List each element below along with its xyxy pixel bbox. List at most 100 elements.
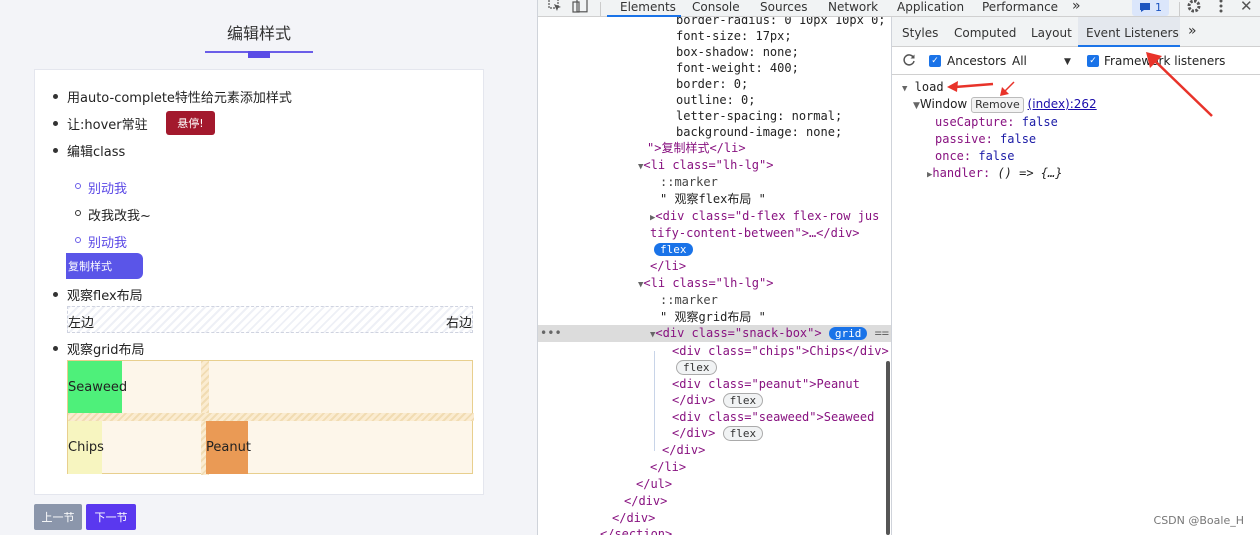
source-link[interactable]: (index):262: [1028, 97, 1097, 111]
annotation-arrow-icon: [947, 81, 994, 92]
watermark: CSDN @Boale_H: [1153, 514, 1244, 527]
dom-node-li[interactable]: ▼<li class="lh-lg">: [638, 275, 773, 292]
issues-count: 1: [1155, 0, 1162, 14]
tab-sources[interactable]: Sources: [760, 0, 807, 14]
next-section-button[interactable]: 下一节: [86, 504, 136, 530]
dom-node-li[interactable]: ▼<li class="lh-lg">: [638, 157, 773, 174]
dom-close-li[interactable]: </li>: [650, 258, 686, 275]
tab-event-listeners[interactable]: Event Listeners: [1086, 26, 1179, 40]
dom-node-snack-box[interactable]: ▼<div class="snack-box"> grid == $0: [650, 325, 891, 342]
dom-close-div[interactable]: </div>: [624, 493, 667, 510]
flex-badge[interactable]: flex: [722, 426, 764, 441]
dom-tree: border-radius: 0 10px 10px 0; font-size:…: [538, 17, 891, 535]
dom-line[interactable]: ">复制样式</li>: [647, 140, 746, 157]
more-tabs-button[interactable]: »: [1072, 0, 1081, 14]
tab-elements[interactable]: Elements: [620, 0, 676, 14]
inspect-icon[interactable]: [548, 0, 562, 16]
dom-node-seaweed[interactable]: <div class="seaweed">Seaweed: [672, 409, 874, 426]
dom-close-ul[interactable]: </ul>: [636, 476, 672, 493]
bullet-dot: [53, 121, 58, 126]
dollar-zero-marker: == $0: [874, 326, 891, 340]
tab-computed[interactable]: Computed: [954, 26, 1016, 40]
content-card: 用auto-complete特性给元素添加样式 让:hover常驻 悬停! 编辑…: [34, 69, 484, 495]
css-line: border: 0;: [676, 77, 749, 91]
grid-badge[interactable]: grid: [828, 327, 868, 340]
prop-use-capture: useCapture: false: [935, 115, 1058, 129]
sub-item-change-me[interactable]: 改我改我~: [88, 205, 151, 224]
flex-badge[interactable]: flex: [654, 241, 693, 258]
css-line: font-weight: 400;: [676, 61, 799, 75]
tab-network[interactable]: Network: [828, 0, 878, 14]
devtools-tabbar: Elements Console Sources Network Applica…: [538, 0, 1260, 17]
dom-text-node[interactable]: " 观察flex布局 ": [660, 191, 766, 208]
sub-item-dont-touch-2[interactable]: 别动我: [88, 232, 127, 251]
refresh-icon[interactable]: [902, 53, 916, 71]
gear-icon[interactable]: [1186, 0, 1202, 18]
more-sidebar-tabs[interactable]: »: [1188, 23, 1197, 39]
issues-icon: [1140, 2, 1150, 12]
tab-performance[interactable]: Performance: [982, 0, 1058, 14]
chevron-down-icon[interactable]: ▼: [1064, 57, 1071, 67]
expand-arrow-icon[interactable]: ▼: [913, 101, 920, 111]
device-toggle-icon[interactable]: [572, 0, 588, 17]
flex-badge[interactable]: flex: [676, 359, 717, 376]
dom-node-peanut[interactable]: <div class="peanut">Peanut: [672, 376, 860, 393]
dom-text-node[interactable]: " 观察grid布局 ": [660, 309, 766, 326]
close-icon[interactable]: ✕: [1240, 0, 1253, 15]
listener-filter-select[interactable]: All: [1012, 54, 1027, 68]
bullet-dot: [53, 148, 58, 153]
issues-badge[interactable]: 1: [1132, 0, 1169, 16]
hover-button[interactable]: 悬停!: [166, 111, 215, 135]
css-line: font-size: 17px;: [676, 29, 792, 43]
sidebar-tabs: Styles Computed Layout Event Listeners »: [892, 17, 1260, 47]
copy-style-button[interactable]: 复制样式: [66, 253, 143, 279]
dom-close-div[interactable]: </div> flex: [672, 425, 764, 442]
tab-layout[interactable]: Layout: [1031, 26, 1072, 40]
grid-cell-peanut: Peanut: [206, 421, 251, 474]
dom-node-chips[interactable]: <div class="chips">Chips</div>: [672, 343, 889, 360]
node-menu-icon[interactable]: •••: [540, 325, 562, 342]
ancestors-checkbox[interactable]: ✓: [929, 55, 941, 67]
dom-close-div[interactable]: </div>: [662, 442, 705, 459]
dom-close-div[interactable]: </div> flex: [672, 392, 764, 409]
dom-pseudo-marker[interactable]: ::marker: [660, 292, 718, 309]
dom-node-div-flex[interactable]: ▶<div class="d-flex flex-row jus: [650, 208, 879, 225]
framework-listeners-checkbox[interactable]: ✓: [1087, 55, 1099, 67]
flex-left-text: 左边: [68, 316, 95, 331]
css-line: background-image: none;: [676, 125, 843, 139]
tab-console[interactable]: Console: [692, 0, 740, 14]
dom-close-div[interactable]: </div>: [612, 510, 655, 527]
dom-close-section[interactable]: </section>: [600, 526, 672, 535]
dom-scrollbar[interactable]: [886, 361, 890, 535]
sub-bullet: [75, 237, 81, 243]
bullet-dot: [53, 346, 58, 351]
grid-cell-seaweed: Seaweed: [68, 361, 127, 413]
sub-item-dont-touch-1[interactable]: 别动我: [88, 178, 127, 197]
dom-close-li[interactable]: </li>: [650, 459, 686, 476]
list-item-autocomplete: 用auto-complete特性给元素添加样式: [67, 91, 292, 106]
annotation-arrow-icon: [1000, 81, 1015, 96]
css-line: outline: 0;: [676, 93, 756, 107]
list-item-flex: 观察flex布局: [67, 289, 143, 304]
dom-line-wrap: tify-content-between">…</div>: [650, 226, 860, 240]
list-item-hover: 让:hover常驻: [67, 118, 148, 133]
css-line: box-shadow: none;: [676, 45, 799, 59]
sub-bullet: [75, 210, 81, 216]
event-load[interactable]: ▼ load: [902, 80, 944, 94]
toolbar-divider: [1179, 2, 1180, 16]
prev-section-button[interactable]: 上一节: [34, 504, 82, 530]
prop-once: once: false: [935, 149, 1015, 163]
expand-arrow-icon[interactable]: ▼: [902, 84, 907, 94]
list-item-edit-class: 编辑class: [67, 145, 126, 160]
grid-cell-chips: Chips: [68, 421, 104, 474]
flex-badge[interactable]: flex: [722, 393, 764, 408]
kebab-icon[interactable]: [1218, 0, 1224, 18]
tab-styles[interactable]: Styles: [902, 26, 938, 40]
flex-container: 左边 右边: [67, 306, 473, 333]
list-item-grid: 观察grid布局: [67, 343, 145, 358]
dom-pseudo-marker[interactable]: ::marker: [660, 174, 718, 191]
prop-passive: passive: false: [935, 132, 1037, 146]
prop-handler[interactable]: ▶handler: () => {…}: [927, 166, 1062, 180]
toolbar-divider: [600, 2, 601, 16]
tab-application[interactable]: Application: [897, 0, 964, 14]
